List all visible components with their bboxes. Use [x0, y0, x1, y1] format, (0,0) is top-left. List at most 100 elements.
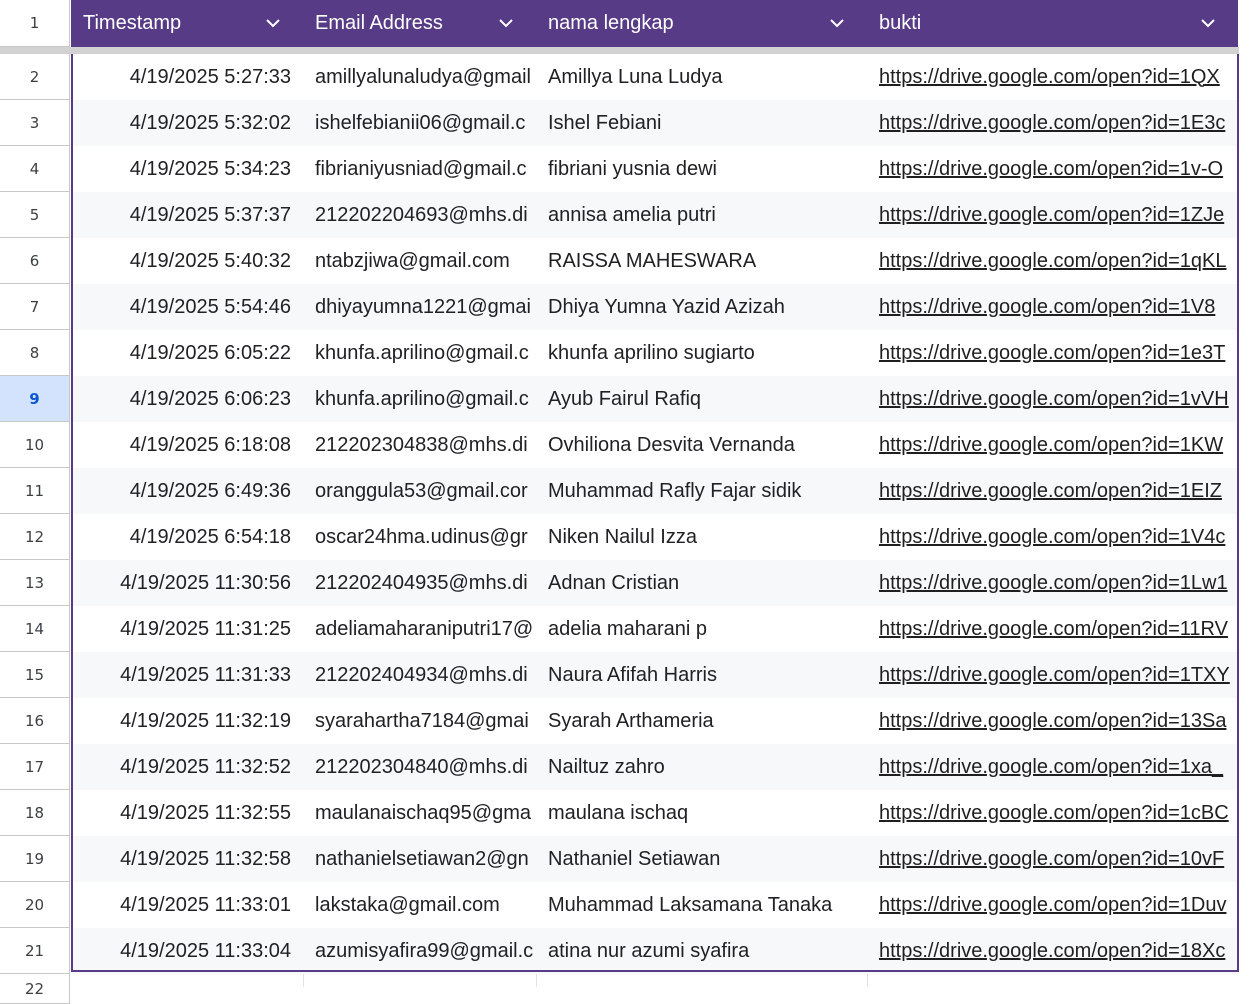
- name-cell[interactable]: Syarah Arthameria: [536, 698, 867, 744]
- name-cell[interactable]: Dhiya Yumna Yazid Azizah: [536, 284, 867, 330]
- name-cell[interactable]: Naura Afifah Harris: [536, 652, 867, 698]
- row-header-1[interactable]: 1: [0, 0, 70, 47]
- name-cell[interactable]: Niken Nailul Izza: [536, 514, 867, 560]
- timestamp-cell[interactable]: 4/19/2025 6:54:18: [71, 514, 303, 560]
- timestamp-cell[interactable]: 4/19/2025 6:06:23: [71, 376, 303, 422]
- email-cell[interactable]: adeliamaharaniputri17@: [303, 606, 536, 652]
- email-cell[interactable]: nathanielsetiawan2@gn: [303, 836, 536, 882]
- timestamp-cell[interactable]: 4/19/2025 5:32:02: [71, 100, 303, 146]
- row-header-9[interactable]: 9: [0, 376, 70, 422]
- row-header-16[interactable]: 16: [0, 698, 70, 744]
- row-header-10[interactable]: 10: [0, 422, 70, 468]
- row-header-20[interactable]: 20: [0, 882, 70, 928]
- row-header-5[interactable]: 5: [0, 192, 70, 238]
- row-header-2[interactable]: 2: [0, 54, 70, 100]
- name-cell[interactable]: RAISSA MAHESWARA: [536, 238, 867, 284]
- email-cell[interactable]: 212202404935@mhs.di: [303, 560, 536, 606]
- empty-cell[interactable]: [537, 974, 868, 987]
- bukti-link[interactable]: https://drive.google.com/open?id=1QX: [867, 54, 1238, 100]
- name-cell[interactable]: Nathaniel Setiawan: [536, 836, 867, 882]
- name-cell[interactable]: maulana ischaq: [536, 790, 867, 836]
- email-cell[interactable]: 212202204693@mhs.di: [303, 192, 536, 238]
- row-header-21[interactable]: 21: [0, 928, 70, 974]
- email-cell[interactable]: ishelfebianii06@gmail.c: [303, 100, 536, 146]
- timestamp-cell[interactable]: 4/19/2025 5:54:46: [71, 284, 303, 330]
- bukti-link[interactable]: https://drive.google.com/open?id=1EIZ: [867, 468, 1238, 514]
- chevron-down-icon[interactable]: [829, 17, 845, 29]
- email-cell[interactable]: 212202304838@mhs.di: [303, 422, 536, 468]
- bukti-link[interactable]: https://drive.google.com/open?id=1KW: [867, 422, 1238, 468]
- email-cell[interactable]: ntabzjiwa@gmail.com: [303, 238, 536, 284]
- row-header-15[interactable]: 15: [0, 652, 70, 698]
- row-header-14[interactable]: 14: [0, 606, 70, 652]
- email-cell[interactable]: syarahartha7184@gmai: [303, 698, 536, 744]
- bukti-link[interactable]: https://drive.google.com/open?id=1qKL: [867, 238, 1238, 284]
- name-cell[interactable]: fibriani yusnia dewi: [536, 146, 867, 192]
- bukti-link[interactable]: https://drive.google.com/open?id=18Xc: [867, 928, 1238, 974]
- timestamp-cell[interactable]: 4/19/2025 11:30:56: [71, 560, 303, 606]
- email-cell[interactable]: maulanaischaq95@gma: [303, 790, 536, 836]
- email-cell[interactable]: khunfa.aprilino@gmail.c: [303, 330, 536, 376]
- bukti-link[interactable]: https://drive.google.com/open?id=1v-O: [867, 146, 1238, 192]
- column-header-nama-lengkap[interactable]: nama lengkap: [536, 0, 867, 47]
- email-cell[interactable]: amillyalunaludya@gmail: [303, 54, 536, 100]
- timestamp-cell[interactable]: 4/19/2025 11:33:01: [71, 882, 303, 928]
- name-cell[interactable]: Ishel Febiani: [536, 100, 867, 146]
- email-cell[interactable]: 212202404934@mhs.di: [303, 652, 536, 698]
- timestamp-cell[interactable]: 4/19/2025 6:05:22: [71, 330, 303, 376]
- column-header-email[interactable]: Email Address: [303, 0, 536, 47]
- empty-cell[interactable]: [304, 974, 537, 987]
- email-cell[interactable]: 212202304840@mhs.di: [303, 744, 536, 790]
- empty-cell[interactable]: [71, 974, 304, 987]
- row-header-12[interactable]: 12: [0, 514, 70, 560]
- vertical-scrollbar-track[interactable]: [1239, 0, 1258, 987]
- row-header-19[interactable]: 19: [0, 836, 70, 882]
- bukti-link[interactable]: https://drive.google.com/open?id=13Sa: [867, 698, 1238, 744]
- email-cell[interactable]: azumisyafira99@gmail.c: [303, 928, 536, 974]
- frozen-row-divider[interactable]: [0, 47, 1258, 54]
- bukti-link[interactable]: https://drive.google.com/open?id=11RV: [867, 606, 1238, 652]
- bukti-link[interactable]: https://drive.google.com/open?id=1Lw1: [867, 560, 1238, 606]
- bukti-link[interactable]: https://drive.google.com/open?id=1ZJe: [867, 192, 1238, 238]
- name-cell[interactable]: Amillya Luna Ludya: [536, 54, 867, 100]
- name-cell[interactable]: khunfa aprilino sugiarto: [536, 330, 867, 376]
- name-cell[interactable]: adelia maharani p: [536, 606, 867, 652]
- email-cell[interactable]: lakstaka@gmail.com: [303, 882, 536, 928]
- bukti-link[interactable]: https://drive.google.com/open?id=1cBC: [867, 790, 1238, 836]
- name-cell[interactable]: Ayub Fairul Rafiq: [536, 376, 867, 422]
- chevron-down-icon[interactable]: [265, 17, 281, 29]
- email-cell[interactable]: fibrianiyusniad@gmail.c: [303, 146, 536, 192]
- email-cell[interactable]: oranggula53@gmail.cor: [303, 468, 536, 514]
- bukti-link[interactable]: https://drive.google.com/open?id=1V8: [867, 284, 1238, 330]
- timestamp-cell[interactable]: 4/19/2025 11:33:04: [71, 928, 303, 974]
- timestamp-cell[interactable]: 4/19/2025 11:31:33: [71, 652, 303, 698]
- row-header-4[interactable]: 4: [0, 146, 70, 192]
- row-header-17[interactable]: 17: [0, 744, 70, 790]
- column-header-bukti[interactable]: bukti: [867, 0, 1238, 47]
- row-header-18[interactable]: 18: [0, 790, 70, 836]
- timestamp-cell[interactable]: 4/19/2025 11:32:19: [71, 698, 303, 744]
- timestamp-cell[interactable]: 4/19/2025 5:27:33: [71, 54, 303, 100]
- row-header-22[interactable]: 22: [0, 974, 70, 1004]
- bukti-link[interactable]: https://drive.google.com/open?id=1xa_: [867, 744, 1238, 790]
- bukti-link[interactable]: https://drive.google.com/open?id=1e3T: [867, 330, 1238, 376]
- bukti-link[interactable]: https://drive.google.com/open?id=1V4c: [867, 514, 1238, 560]
- timestamp-cell[interactable]: 4/19/2025 11:31:25: [71, 606, 303, 652]
- chevron-down-icon[interactable]: [1200, 17, 1216, 29]
- timestamp-cell[interactable]: 4/19/2025 5:37:37: [71, 192, 303, 238]
- row-header-7[interactable]: 7: [0, 284, 70, 330]
- row-header-11[interactable]: 11: [0, 468, 70, 514]
- email-cell[interactable]: oscar24hma.udinus@gr: [303, 514, 536, 560]
- column-header-timestamp[interactable]: Timestamp: [71, 0, 303, 47]
- name-cell[interactable]: Adnan Cristian: [536, 560, 867, 606]
- timestamp-cell[interactable]: 4/19/2025 6:49:36: [71, 468, 303, 514]
- timestamp-cell[interactable]: 4/19/2025 6:18:08: [71, 422, 303, 468]
- bukti-link[interactable]: https://drive.google.com/open?id=1TXY: [867, 652, 1238, 698]
- bukti-link[interactable]: https://drive.google.com/open?id=1vVH: [867, 376, 1238, 422]
- name-cell[interactable]: Ovhiliona Desvita Vernanda: [536, 422, 867, 468]
- row-header-8[interactable]: 8: [0, 330, 70, 376]
- chevron-down-icon[interactable]: [498, 17, 514, 29]
- timestamp-cell[interactable]: 4/19/2025 11:32:55: [71, 790, 303, 836]
- timestamp-cell[interactable]: 4/19/2025 11:32:52: [71, 744, 303, 790]
- email-cell[interactable]: khunfa.aprilino@gmail.c: [303, 376, 536, 422]
